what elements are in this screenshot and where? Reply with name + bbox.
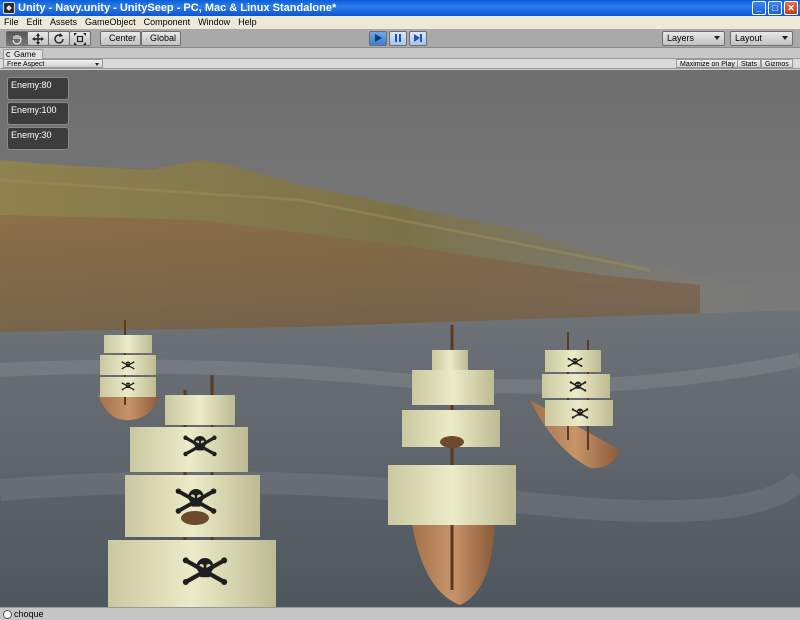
rotate-tool-button[interactable] (48, 31, 70, 46)
chevron-down-icon (782, 36, 788, 40)
menu-window[interactable]: Window (194, 16, 234, 29)
pivot-center-toggle[interactable]: Center (100, 31, 141, 46)
move-tool-button[interactable] (27, 31, 49, 46)
play-button[interactable] (369, 31, 387, 46)
step-icon (414, 34, 422, 42)
menu-file[interactable]: File (0, 16, 23, 29)
gizmos-dropdown[interactable]: Gizmos (761, 59, 793, 68)
tab-game-label: Game (14, 50, 36, 59)
menu-component[interactable]: Component (140, 16, 195, 29)
menu-bar: File Edit Assets GameObject Component Wi… (0, 16, 800, 29)
enemy-health-label: Enemy:80 (7, 77, 69, 100)
close-button[interactable]: ✕ (784, 1, 798, 15)
maximize-button[interactable]: □ (768, 1, 782, 15)
view-tab-row: Game (0, 48, 800, 59)
space-label: Global (149, 33, 176, 43)
pause-button[interactable] (389, 31, 407, 46)
game-view-toolbar: Free Aspect Maximize on Play Stats Gizmo… (0, 59, 800, 69)
layers-label: Layers (667, 33, 695, 43)
main-toolbar: Center Global Layers Layout (0, 29, 800, 48)
pause-icon (395, 34, 401, 42)
game-scene (0, 70, 800, 607)
stats-toggle[interactable]: Stats (737, 59, 761, 68)
window-title: Unity - Navy.unity - UnitySeep - PC, Mac… (18, 2, 337, 14)
layout-label: Layout (735, 33, 763, 43)
pivot-label: Center (108, 33, 136, 43)
scale-tool-button[interactable] (69, 31, 91, 46)
menu-edit[interactable]: Edit (23, 16, 47, 29)
pivot-icon (105, 38, 106, 39)
aspect-label: Free Aspect (7, 61, 45, 68)
menu-help[interactable]: Help (234, 16, 261, 29)
hand-icon (12, 35, 22, 45)
step-button[interactable] (409, 31, 427, 46)
layout-dropdown[interactable]: Layout (730, 31, 793, 46)
hand-tool-button[interactable] (6, 31, 28, 46)
menu-gameobject[interactable]: GameObject (81, 16, 140, 29)
globe-icon (146, 38, 147, 39)
menu-assets[interactable]: Assets (46, 16, 81, 29)
minimize-button[interactable]: _ (752, 1, 766, 15)
chevron-down-icon (714, 36, 720, 40)
maximize-on-play-toggle[interactable]: Maximize on Play (676, 59, 739, 68)
move-icon (32, 33, 44, 45)
enemy-health-label: Enemy:30 (7, 127, 69, 150)
play-icon (375, 34, 382, 42)
aspect-dropdown[interactable]: Free Aspect (3, 59, 103, 68)
game-view[interactable]: Enemy:80 Enemy:100 Enemy:30 (0, 70, 800, 607)
tab-game[interactable]: Game (3, 49, 43, 59)
unity-logo-icon (3, 2, 15, 14)
chevron-down-icon (95, 63, 99, 66)
space-global-toggle[interactable]: Global (141, 31, 181, 46)
enemy-health-label: Enemy:100 (7, 102, 69, 125)
title-bar: Unity - Navy.unity - UnitySeep - PC, Mac… (0, 0, 800, 16)
scale-icon (74, 33, 86, 45)
pirate-ship-1 (98, 320, 160, 421)
layers-dropdown[interactable]: Layers (662, 31, 725, 46)
status-message: choque (14, 609, 44, 619)
status-bar[interactable]: choque (0, 607, 800, 620)
game-icon (6, 52, 11, 57)
rotate-icon (54, 33, 64, 44)
info-icon (3, 610, 12, 619)
